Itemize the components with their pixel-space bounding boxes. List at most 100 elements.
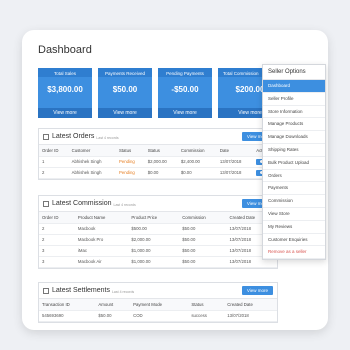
cell: iMac xyxy=(74,245,129,257)
table-header-row: Transaction ID Amount Payment Mode Statu… xyxy=(39,299,277,311)
orders-icon xyxy=(43,133,49,140)
cell: $1,000.00 xyxy=(128,256,180,268)
cell: 2 xyxy=(39,167,69,179)
menu-item-shipping-rates[interactable]: Shipping Rates xyxy=(263,144,325,157)
cell: $1,000.00 xyxy=(128,245,180,257)
stat-value: -$50.00 xyxy=(171,85,199,94)
menu-item-orders[interactable]: Orders xyxy=(263,170,325,183)
column-header: Status xyxy=(144,145,178,157)
status-cell: Pending xyxy=(115,156,145,168)
menu-item-payments[interactable]: Payments xyxy=(263,182,325,196)
column-header: Status xyxy=(115,145,145,157)
cell: 2 xyxy=(39,234,75,246)
column-header: Order ID xyxy=(39,212,75,224)
table-row: 3 iMac $1,000.00 $50.00 13/07/2018 xyxy=(39,245,277,257)
page-title: Dashboard xyxy=(38,44,92,56)
menu-item-manage-products[interactable]: Manage Products xyxy=(263,118,325,132)
latest-commission-panel: Latest Commission Last 4 records View mo… xyxy=(38,195,278,269)
stat-pending-payments: Pending Payments -$50.00 View more xyxy=(158,68,212,118)
stat-value: $50.00 xyxy=(112,85,138,94)
menu-item-store-information[interactable]: Store Information xyxy=(263,106,325,119)
cell: 13/07/2018 xyxy=(224,310,277,322)
stat-value: $3,800.00 xyxy=(47,85,83,94)
stat-total-sales: Total Sales $3,800.00 View more xyxy=(38,68,92,118)
column-header: Product Name xyxy=(74,212,129,224)
settlements-table: Transaction ID Amount Payment Mode Statu… xyxy=(39,299,277,322)
menu-item-bulk-upload[interactable]: Bulk Product Upload xyxy=(263,157,325,170)
cell: 545693690 xyxy=(39,310,96,322)
menu-item-commission[interactable]: Commission xyxy=(263,195,325,208)
view-more-button[interactable]: View more xyxy=(241,286,273,295)
cell: $50.00 xyxy=(95,310,131,322)
cell: Macbook Air xyxy=(74,256,129,268)
column-header: Customer xyxy=(68,145,116,157)
column-header: Amount xyxy=(95,299,131,311)
column-header: Status xyxy=(188,299,225,311)
cell: $0.00 xyxy=(177,167,217,179)
table-header-row: Order ID Product Name Product Price Comm… xyxy=(39,212,277,224)
column-header: Order ID xyxy=(39,145,69,157)
column-header: Product Price xyxy=(128,212,180,224)
orders-table: Order ID Customer Status Status Commissi… xyxy=(39,145,277,179)
panel-header: Latest Orders Last 4 records View more xyxy=(39,129,277,145)
menu-item-customer-enquiries[interactable]: Customer Enquiries xyxy=(263,234,325,247)
cell: 2 xyxy=(39,223,75,235)
latest-settlements-panel: Latest Settlements Last 4 records View m… xyxy=(38,282,278,323)
column-header: Created Date xyxy=(224,299,277,311)
cell: $50.00 xyxy=(179,245,227,257)
stat-view-more-link[interactable]: View more xyxy=(158,108,212,118)
panel-title: Latest Orders xyxy=(52,133,95,140)
stat-title: Pending Payments xyxy=(158,68,212,77)
panel-header: Latest Settlements Last 4 records View m… xyxy=(39,283,277,299)
panel-title: Latest Commission xyxy=(52,200,112,207)
cell: Macbook xyxy=(74,223,129,235)
panel-header: Latest Commission Last 4 records View mo… xyxy=(39,196,277,212)
settlements-icon xyxy=(43,287,49,294)
table-row: 545693690 $50.00 COD success 13/07/2018 xyxy=(39,310,277,322)
cell: 3 xyxy=(39,245,75,257)
stat-view-more-link[interactable]: View more xyxy=(98,108,152,118)
column-header: Commission xyxy=(179,212,227,224)
column-header: Date xyxy=(216,145,254,157)
menu-item-dashboard[interactable]: Dashboard xyxy=(263,80,325,93)
cell: $50.00 xyxy=(179,234,227,246)
cell: $2,400.00 xyxy=(177,156,217,168)
cell: $50.00 xyxy=(179,223,227,235)
cell: $2,000.00 xyxy=(144,156,178,168)
stats-row: Total Sales $3,800.00 View more Payments… xyxy=(38,68,282,118)
cell: $2,000.00 xyxy=(128,234,180,246)
menu-item-manage-downloads[interactable]: Manage Downloads xyxy=(263,131,325,144)
seller-options-menu: Seller Options Dashboard Seller Profile … xyxy=(262,64,326,261)
table-row: 2 Macbook Pro $2,000.00 $50.00 13/07/201… xyxy=(39,234,277,246)
table-row: 3 Macbook Air $1,000.00 $50.00 13/07/201… xyxy=(39,256,277,268)
cell: Abhishek Singh xyxy=(68,156,116,168)
cell: $50.00 xyxy=(179,256,227,268)
cell: 1 xyxy=(39,156,69,168)
cell: 3 xyxy=(39,256,75,268)
menu-item-remove-seller[interactable]: Remove as a seller xyxy=(263,246,325,260)
column-header: Payment Mode xyxy=(130,299,189,311)
status-cell: Pending xyxy=(115,167,145,179)
stat-title: Total Sales xyxy=(38,68,92,77)
panel-title: Latest Settlements xyxy=(52,287,110,294)
table-row: 1 Abhishek Singh Pending $2,000.00 $2,40… xyxy=(39,156,277,168)
panel-subtitle: Last 4 records xyxy=(113,202,136,207)
latest-orders-panel: Latest Orders Last 4 records View more O… xyxy=(38,128,278,180)
panel-subtitle: Last 4 records xyxy=(111,289,135,294)
table-row: 2 Abhishek Singh Pending $0.00 $0.00 13/… xyxy=(39,167,277,179)
column-header: Commission xyxy=(177,145,217,157)
stat-view-more-link[interactable]: View more xyxy=(38,108,92,118)
stat-payments-received: Payments Received $50.00 View more xyxy=(98,68,152,118)
stat-title: Payments Received xyxy=(98,68,152,77)
cell: 13/07/2018 xyxy=(216,156,254,168)
column-header: Transaction ID xyxy=(39,299,96,311)
commission-table: Order ID Product Name Product Price Comm… xyxy=(39,212,277,268)
menu-item-my-reviews[interactable]: My Reviews xyxy=(263,221,325,234)
cell: success xyxy=(188,310,225,322)
cell: $0.00 xyxy=(144,167,178,179)
menu-item-seller-profile[interactable]: Seller Profile xyxy=(263,93,325,106)
menu-item-view-store[interactable]: View Store xyxy=(263,208,325,221)
commission-icon xyxy=(43,200,49,207)
cell: 13/07/2018 xyxy=(216,167,254,179)
menu-header: Seller Options xyxy=(263,65,325,80)
